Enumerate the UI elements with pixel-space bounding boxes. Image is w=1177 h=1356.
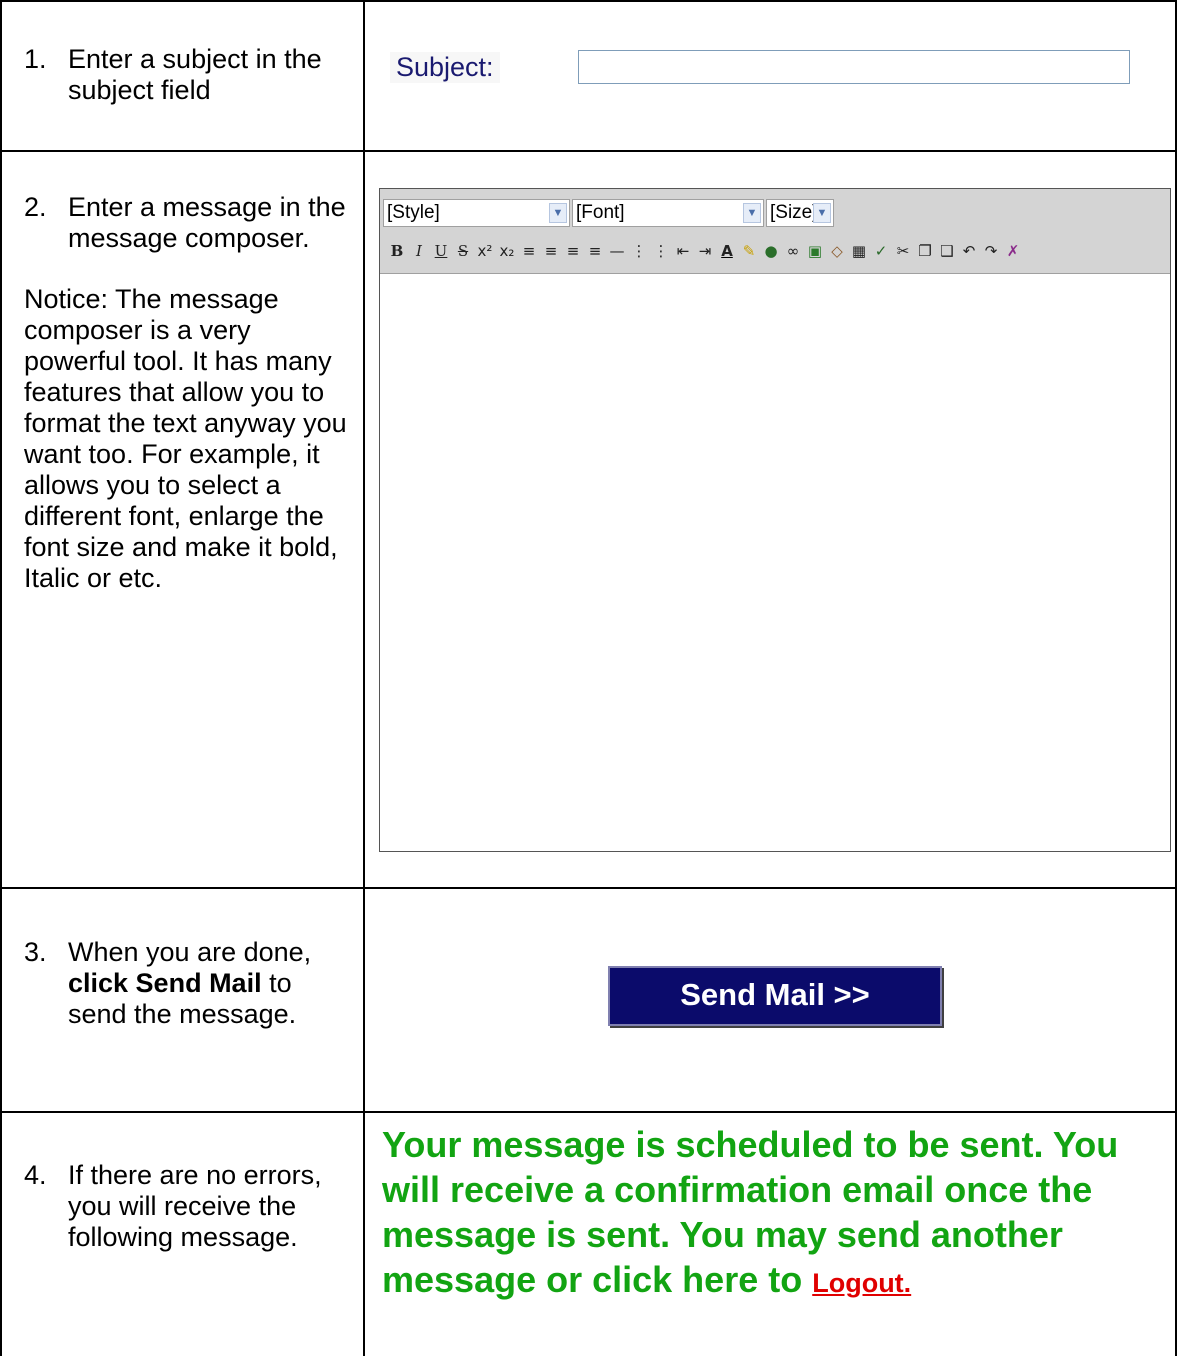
step-2: 2. Enter a message in the message compos…: [24, 192, 354, 254]
image-icon[interactable]: ▣: [804, 239, 826, 263]
ordered-list-icon[interactable]: ⋮: [628, 239, 650, 263]
step-text: Enter a message in the message composer.: [68, 192, 346, 253]
step-text-part: When you are done,: [68, 937, 312, 967]
remove-format-icon[interactable]: ✗: [1002, 239, 1024, 263]
web-link-icon[interactable]: ●: [760, 239, 782, 263]
align-center-icon[interactable]: ≡: [540, 239, 562, 263]
indent-icon[interactable]: ⇥: [694, 239, 716, 263]
confirmation-message: Your message is scheduled to be sent. Yo…: [382, 1122, 1172, 1306]
bold-icon[interactable]: B: [386, 239, 408, 263]
subject-input[interactable]: [578, 50, 1130, 84]
object-icon[interactable]: ◇: [826, 239, 848, 263]
undo-icon[interactable]: ↶: [958, 239, 980, 263]
table-border-left: [0, 0, 2, 1356]
chevron-down-icon: ▼: [813, 203, 831, 223]
row-divider-2: [0, 887, 1177, 889]
style-select-value: [Style]: [387, 202, 440, 223]
step-1: 1. Enter a subject in the subject field: [24, 44, 354, 106]
horizontal-rule-icon[interactable]: —: [606, 239, 628, 263]
align-right-icon[interactable]: ≡: [562, 239, 584, 263]
size-select[interactable]: [Size] ▼: [766, 199, 834, 227]
align-left-icon[interactable]: ≡: [518, 239, 540, 263]
spellcheck-icon[interactable]: ✓: [870, 239, 892, 263]
italic-icon[interactable]: I: [408, 239, 430, 263]
strikethrough-icon[interactable]: S: [452, 239, 474, 263]
subject-label: Subject:: [390, 52, 500, 83]
row-divider-3: [0, 1111, 1177, 1113]
step-1-cell: 1. Enter a subject in the subject field: [24, 44, 354, 106]
superscript-icon[interactable]: x²: [474, 239, 496, 263]
step-text: Enter a subject in the subject field: [68, 44, 322, 105]
editor-toolbar: [Style] ▼ [Font] ▼ [Size] ▼ B I U S x² x…: [380, 189, 1170, 274]
notice-text: Notice: The message composer is a very p…: [24, 284, 347, 593]
step-2-cell: 2. Enter a message in the message compos…: [24, 192, 354, 594]
message-body-area[interactable]: [380, 274, 1170, 851]
step-4: 4. If there are no errors, you will rece…: [24, 1160, 354, 1253]
font-select-value: [Font]: [576, 202, 625, 223]
step-number: 1.: [24, 44, 47, 74]
chevron-down-icon: ▼: [549, 203, 567, 223]
paste-icon[interactable]: ❑: [936, 239, 958, 263]
style-select[interactable]: [Style] ▼: [383, 199, 570, 227]
font-select[interactable]: [Font] ▼: [572, 199, 764, 227]
table-border-top: [0, 0, 1177, 2]
send-mail-button[interactable]: Send Mail >>: [608, 966, 942, 1026]
format-buttons: B I U S x² x₂ ≡ ≡ ≡ ≡ — ⋮ ⋮ ⇤ ⇥ A ✎ ● ∞ …: [386, 239, 1024, 263]
copy-icon[interactable]: ❐: [914, 239, 936, 263]
confirmation-text: Your message is scheduled to be sent. Yo…: [382, 1124, 1119, 1300]
outdent-icon[interactable]: ⇤: [672, 239, 694, 263]
step-number: 3.: [24, 937, 47, 967]
link-icon[interactable]: ∞: [782, 239, 804, 263]
justify-icon[interactable]: ≡: [584, 239, 606, 263]
step-number: 4.: [24, 1160, 47, 1190]
step-text-bold: click Send Mail: [68, 968, 262, 998]
redo-icon[interactable]: ↷: [980, 239, 1002, 263]
unordered-list-icon[interactable]: ⋮: [650, 239, 672, 263]
step-text: If there are no errors, you will receive…: [68, 1160, 322, 1252]
size-select-value: [Size]: [770, 202, 818, 223]
highlight-icon[interactable]: ✎: [738, 239, 760, 263]
step-4-cell: 4. If there are no errors, you will rece…: [24, 1160, 354, 1253]
logout-link[interactable]: Logout.: [812, 1268, 911, 1298]
step-3: 3. When you are done, click Send Mail to…: [24, 937, 354, 1030]
step-number: 2.: [24, 192, 47, 222]
table-border-middle: [363, 0, 365, 1356]
instruction-table: 1. Enter a subject in the subject field …: [0, 0, 1177, 1356]
row-divider-1: [0, 150, 1177, 152]
table-icon[interactable]: ▦: [848, 239, 870, 263]
step-text: When you are done, click Send Mail to se…: [68, 937, 354, 1030]
message-composer: [Style] ▼ [Font] ▼ [Size] ▼ B I U S x² x…: [379, 188, 1171, 852]
cut-icon[interactable]: ✂: [892, 239, 914, 263]
text-color-icon[interactable]: A: [716, 239, 738, 263]
chevron-down-icon: ▼: [743, 203, 761, 223]
underline-icon[interactable]: U: [430, 239, 452, 263]
step-3-cell: 3. When you are done, click Send Mail to…: [24, 937, 354, 1030]
subscript-icon[interactable]: x₂: [496, 239, 518, 263]
